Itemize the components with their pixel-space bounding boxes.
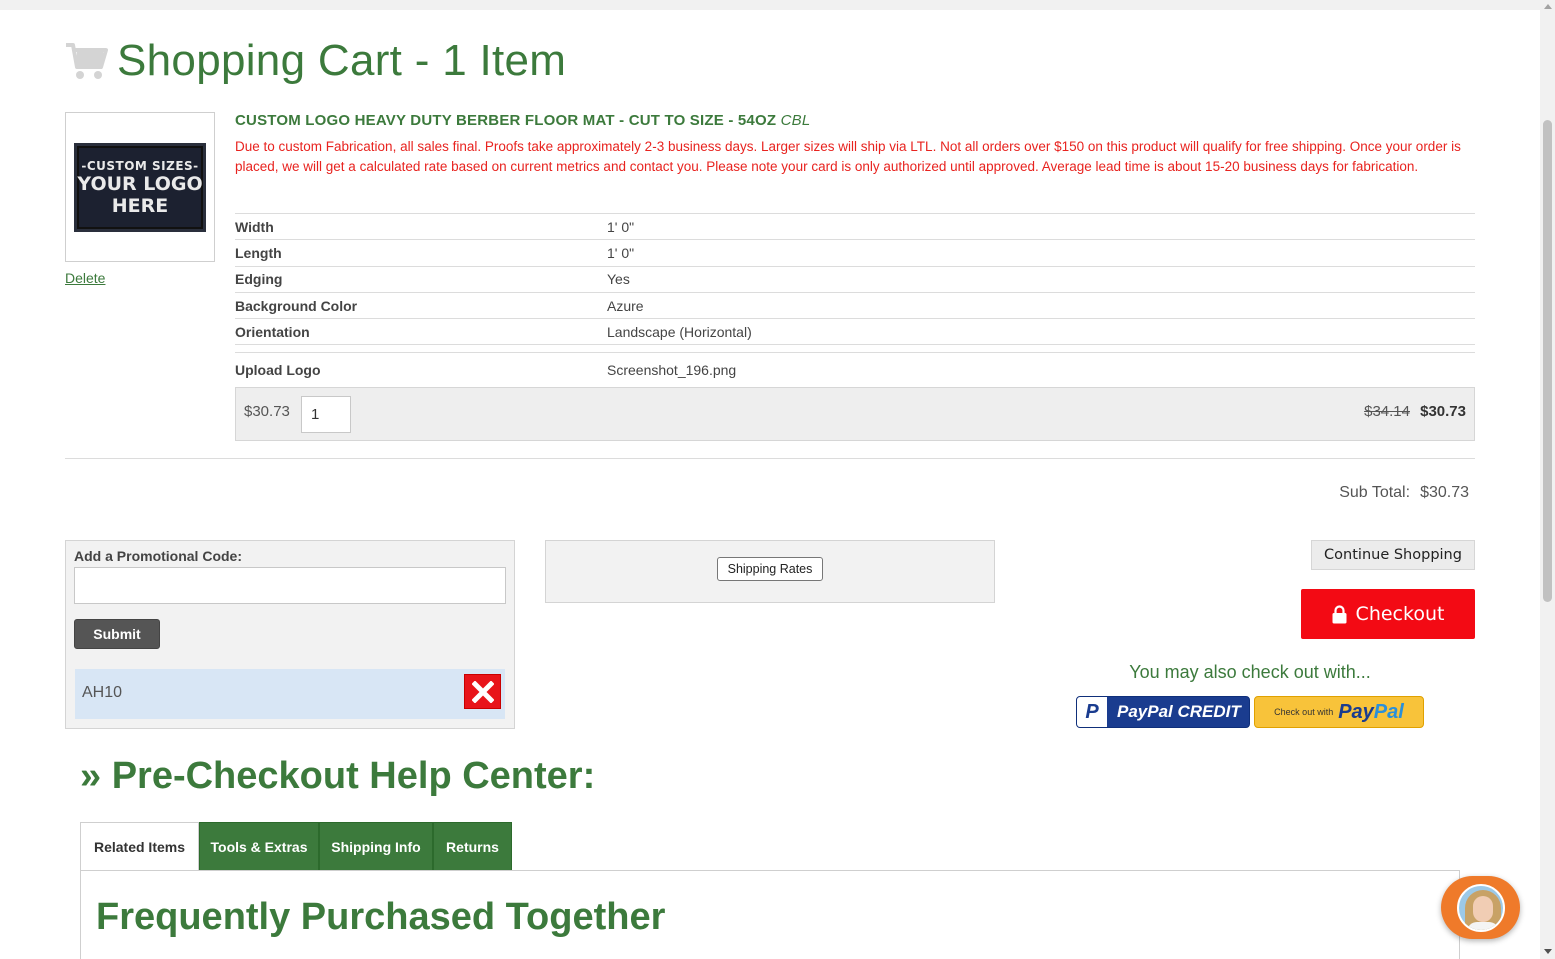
scrollbar-thumb[interactable]	[1543, 120, 1552, 602]
paypal-checkout-small-text: Check out with	[1274, 707, 1334, 717]
tab-returns[interactable]: Returns	[433, 822, 512, 871]
option-label: Upload Logo	[235, 361, 321, 378]
option-row-orientation: Orientation Landscape (Horizontal)	[235, 319, 1475, 346]
product-sku: CBL	[780, 112, 811, 129]
option-label: Length	[235, 244, 282, 261]
delete-item-link[interactable]: Delete	[65, 270, 105, 286]
option-value: 1' 0"	[607, 244, 635, 261]
cart-divider	[65, 458, 1475, 459]
line-total-price: $30.73	[1420, 403, 1466, 420]
thumbnail-text-line-2: YOUR LOGO	[77, 172, 203, 195]
uploaded-file-name: Screenshot_196.png	[607, 361, 737, 378]
thumbnail-text-line-3: HERE	[111, 194, 169, 217]
paypal-logo-pay: Pay	[1338, 700, 1374, 723]
help-center-title: » Pre-Checkout Help Center:	[80, 755, 596, 797]
option-row-length: Length 1' 0"	[235, 240, 1475, 267]
scroll-up-arrow-icon[interactable]	[1544, 4, 1552, 9]
product-options-table: Width 1' 0" Length 1' 0" Edging Yes Back…	[235, 213, 1475, 386]
product-image: -CUSTOM SIZES- YOUR LOGO HERE	[74, 143, 206, 232]
continue-shopping-button[interactable]: Continue Shopping	[1311, 540, 1475, 570]
page-title: Shopping Cart - 1 Item	[117, 36, 567, 85]
applied-promo-code: AH10	[75, 669, 505, 719]
page-scrollbar[interactable]	[1540, 0, 1555, 959]
product-title[interactable]: CUSTOM LOGO HEAVY DUTY BERBER FLOOR MAT …	[235, 112, 810, 129]
fabrication-notice: Due to custom Fabrication, all sales fin…	[235, 139, 1461, 174]
option-value: 1' 0"	[607, 218, 635, 235]
checkout-label: Checkout	[1355, 603, 1445, 625]
tab-shipping-info[interactable]: Shipping Info	[319, 822, 433, 871]
paypal-credit-label: PayPal CREDIT	[1117, 702, 1241, 721]
paypal-checkout-button[interactable]: Check out with Pay Pal	[1254, 696, 1424, 728]
paypal-credit-button[interactable]: P PayPal CREDIT	[1076, 696, 1250, 728]
thumbnail-text-line-1: -CUSTOM SIZES-	[81, 158, 199, 173]
option-row-upload-logo: Upload Logo Screenshot_196.png	[235, 353, 1475, 386]
option-value: Yes	[607, 271, 630, 288]
option-row-background-color: Background Color Azure	[235, 293, 1475, 320]
scroll-down-arrow-icon[interactable]	[1544, 949, 1552, 954]
cart-header: Shopping Cart - 1 Item	[65, 36, 566, 86]
subtotal-amount: $30.73	[1420, 484, 1469, 501]
promo-submit-button[interactable]: Submit	[74, 619, 160, 649]
applied-code-text: AH10	[82, 684, 123, 701]
chat-agent-avatar-icon	[1456, 883, 1505, 932]
promo-code-panel: Add a Promotional Code: Submit AH10	[65, 540, 515, 729]
frequently-purchased-title: Frequently Purchased Together	[96, 896, 666, 938]
remove-promo-button[interactable]	[464, 674, 501, 709]
checkout-button[interactable]: Checkout	[1301, 589, 1475, 639]
subtotal: Sub Total: $30.73	[1339, 484, 1469, 502]
product-name[interactable]: CUSTOM LOGO HEAVY DUTY BERBER FLOOR MAT …	[235, 112, 776, 129]
option-label: Width	[235, 218, 274, 235]
lock-icon	[1332, 604, 1347, 623]
shopping-cart-icon	[66, 43, 108, 79]
subtotal-label: Sub Total:	[1339, 484, 1411, 501]
option-label: Edging	[235, 271, 283, 288]
promo-code-label: Add a Promotional Code:	[74, 548, 242, 564]
chat-launcher-button[interactable]	[1441, 876, 1520, 939]
paypal-logo-pal: Pal	[1373, 700, 1404, 723]
close-x-icon	[471, 680, 494, 703]
unit-price: $30.73	[244, 403, 290, 420]
product-thumbnail[interactable]: -CUSTOM SIZES- YOUR LOGO HERE	[65, 112, 215, 262]
alternate-checkout-text: You may also check out with...	[1129, 662, 1371, 682]
shipping-rates-panel: Shipping Rates	[545, 540, 995, 603]
option-value: Landscape (Horizontal)	[607, 323, 752, 340]
original-price: $34.14	[1364, 403, 1410, 420]
option-row-divider	[235, 345, 1475, 354]
top-strip	[0, 0, 1540, 10]
option-label: Background Color	[235, 297, 358, 314]
promo-code-input[interactable]	[74, 567, 506, 604]
quantity-input[interactable]	[301, 396, 351, 433]
option-row-edging: Edging Yes	[235, 267, 1475, 293]
item-price-bar: $30.73 $34.14 $30.73	[235, 387, 1475, 441]
option-label: Orientation	[235, 323, 310, 340]
help-center-tabs: Related Items Tools & Extras Shipping In…	[80, 822, 512, 871]
paypal-p-icon: P	[1077, 697, 1107, 727]
tab-tools-extras[interactable]: Tools & Extras	[199, 822, 319, 871]
option-row-width: Width 1' 0"	[235, 214, 1475, 241]
option-value: Azure	[607, 297, 644, 314]
tab-related-items[interactable]: Related Items	[80, 822, 199, 871]
shipping-rates-button[interactable]: Shipping Rates	[717, 557, 823, 581]
